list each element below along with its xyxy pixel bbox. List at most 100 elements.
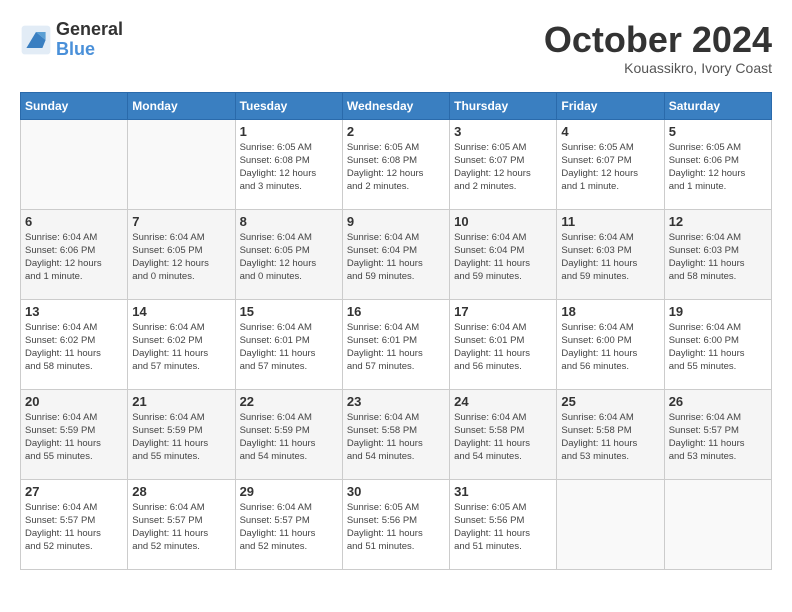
logo-general-text: General: [56, 20, 123, 40]
day-info: Sunrise: 6:05 AM Sunset: 6:08 PM Dayligh…: [240, 141, 338, 194]
day-info: Sunrise: 6:04 AM Sunset: 5:57 PM Dayligh…: [132, 501, 230, 554]
day-number: 5: [669, 124, 767, 139]
day-info: Sunrise: 6:04 AM Sunset: 5:59 PM Dayligh…: [132, 411, 230, 464]
calendar-cell: 30 Sunrise: 6:05 AM Sunset: 5:56 PM Dayli…: [342, 479, 449, 569]
calendar-cell: 3 Sunrise: 6:05 AM Sunset: 6:07 PM Daylig…: [450, 119, 557, 209]
calendar-cell: 27Sunrise: 6:04 AM Sunset: 5:57 PM Dayli…: [21, 479, 128, 569]
logo-blue-text: Blue: [56, 40, 123, 60]
calendar-cell: 2 Sunrise: 6:05 AM Sunset: 6:08 PM Daylig…: [342, 119, 449, 209]
header-tuesday: Tuesday: [235, 92, 342, 119]
day-info: Sunrise: 6:05 AM Sunset: 5:56 PM Dayligh…: [454, 501, 552, 554]
header-friday: Friday: [557, 92, 664, 119]
logo-icon: [20, 24, 52, 56]
day-number: 10: [454, 214, 552, 229]
day-number: 6: [25, 214, 123, 229]
calendar-cell: 22 Sunrise: 6:04 AM Sunset: 5:59 PM Dayli…: [235, 389, 342, 479]
calendar-cell: 20 Sunrise: 6:04 AM Sunset: 5:59 PM Dayli…: [21, 389, 128, 479]
calendar-cell: 28Sunrise: 6:04 AM Sunset: 5:57 PM Dayli…: [128, 479, 235, 569]
calendar-cell: 17Sunrise: 6:04 AM Sunset: 6:01 PM Dayli…: [450, 299, 557, 389]
day-number: 9: [347, 214, 445, 229]
day-info: Sunrise: 6:04 AM Sunset: 5:58 PM Dayligh…: [561, 411, 659, 464]
calendar-cell: 21 Sunrise: 6:04 AM Sunset: 5:59 PM Dayli…: [128, 389, 235, 479]
day-number: 8: [240, 214, 338, 229]
day-number: 11: [561, 214, 659, 229]
day-number: 2: [347, 124, 445, 139]
day-number: 17: [454, 304, 552, 319]
day-info: Sunrise: 6:04 AM Sunset: 5:59 PM Dayligh…: [240, 411, 338, 464]
logo: General Blue: [20, 20, 123, 60]
day-info: Sunrise: 6:04 AM Sunset: 6:00 PM Dayligh…: [561, 321, 659, 374]
day-info: Sunrise: 6:04 AM Sunset: 6:00 PM Dayligh…: [669, 321, 767, 374]
calendar-cell: 15 Sunrise: 6:04 AM Sunset: 6:01 PM Dayli…: [235, 299, 342, 389]
day-number: 24: [454, 394, 552, 409]
calendar-cell: 7 Sunrise: 6:04 AM Sunset: 6:05 PM Daylig…: [128, 209, 235, 299]
day-number: 30: [347, 484, 445, 499]
week-row-2: 13 Sunrise: 6:04 AM Sunset: 6:02 PM Dayli…: [21, 299, 772, 389]
day-info: Sunrise: 6:04 AM Sunset: 6:04 PM Dayligh…: [454, 231, 552, 284]
calendar-cell: 10 Sunrise: 6:04 AM Sunset: 6:04 PM Dayli…: [450, 209, 557, 299]
calendar-cell: 24Sunrise: 6:04 AM Sunset: 5:58 PM Dayli…: [450, 389, 557, 479]
calendar-cell: 25Sunrise: 6:04 AM Sunset: 5:58 PM Dayli…: [557, 389, 664, 479]
calendar-cell: 5 Sunrise: 6:05 AM Sunset: 6:06 PM Daylig…: [664, 119, 771, 209]
month-title: October 2024: [544, 20, 772, 60]
header-monday: Monday: [128, 92, 235, 119]
calendar-table: SundayMondayTuesdayWednesdayThursdayFrid…: [20, 92, 772, 570]
day-info: Sunrise: 6:05 AM Sunset: 6:07 PM Dayligh…: [561, 141, 659, 194]
day-number: 14: [132, 304, 230, 319]
day-info: Sunrise: 6:04 AM Sunset: 6:01 PM Dayligh…: [240, 321, 338, 374]
calendar-cell: 31 Sunrise: 6:05 AM Sunset: 5:56 PM Dayli…: [450, 479, 557, 569]
day-number: 21: [132, 394, 230, 409]
page-header: General Blue October 2024 Kouassikro, Iv…: [20, 20, 772, 76]
calendar-cell: 18Sunrise: 6:04 AM Sunset: 6:00 PM Dayli…: [557, 299, 664, 389]
day-info: Sunrise: 6:05 AM Sunset: 5:56 PM Dayligh…: [347, 501, 445, 554]
day-number: 15: [240, 304, 338, 319]
day-number: 7: [132, 214, 230, 229]
day-info: Sunrise: 6:04 AM Sunset: 5:59 PM Dayligh…: [25, 411, 123, 464]
header-sunday: Sunday: [21, 92, 128, 119]
week-row-3: 20 Sunrise: 6:04 AM Sunset: 5:59 PM Dayli…: [21, 389, 772, 479]
calendar-cell: 1Sunrise: 6:05 AM Sunset: 6:08 PM Daylig…: [235, 119, 342, 209]
day-info: Sunrise: 6:04 AM Sunset: 5:58 PM Dayligh…: [347, 411, 445, 464]
day-info: Sunrise: 6:04 AM Sunset: 6:02 PM Dayligh…: [25, 321, 123, 374]
calendar-cell: 13 Sunrise: 6:04 AM Sunset: 6:02 PM Dayli…: [21, 299, 128, 389]
day-info: Sunrise: 6:05 AM Sunset: 6:07 PM Dayligh…: [454, 141, 552, 194]
header-saturday: Saturday: [664, 92, 771, 119]
day-info: Sunrise: 6:04 AM Sunset: 6:01 PM Dayligh…: [347, 321, 445, 374]
day-number: 22: [240, 394, 338, 409]
calendar-cell: [664, 479, 771, 569]
calendar-cell: 23 Sunrise: 6:04 AM Sunset: 5:58 PM Dayli…: [342, 389, 449, 479]
day-info: Sunrise: 6:04 AM Sunset: 6:05 PM Dayligh…: [240, 231, 338, 284]
day-number: 29: [240, 484, 338, 499]
header-wednesday: Wednesday: [342, 92, 449, 119]
day-number: 12: [669, 214, 767, 229]
day-number: 13: [25, 304, 123, 319]
header-thursday: Thursday: [450, 92, 557, 119]
day-number: 20: [25, 394, 123, 409]
day-number: 26: [669, 394, 767, 409]
week-row-4: 27Sunrise: 6:04 AM Sunset: 5:57 PM Dayli…: [21, 479, 772, 569]
day-number: 16: [347, 304, 445, 319]
header-row: SundayMondayTuesdayWednesdayThursdayFrid…: [21, 92, 772, 119]
day-info: Sunrise: 6:04 AM Sunset: 5:57 PM Dayligh…: [669, 411, 767, 464]
calendar-cell: 9Sunrise: 6:04 AM Sunset: 6:04 PM Daylig…: [342, 209, 449, 299]
day-info: Sunrise: 6:04 AM Sunset: 5:57 PM Dayligh…: [25, 501, 123, 554]
week-row-1: 6 Sunrise: 6:04 AM Sunset: 6:06 PM Daylig…: [21, 209, 772, 299]
calendar-cell: 11Sunrise: 6:04 AM Sunset: 6:03 PM Dayli…: [557, 209, 664, 299]
calendar-cell: [557, 479, 664, 569]
day-info: Sunrise: 6:04 AM Sunset: 6:05 PM Dayligh…: [132, 231, 230, 284]
day-number: 4: [561, 124, 659, 139]
calendar-cell: 6 Sunrise: 6:04 AM Sunset: 6:06 PM Daylig…: [21, 209, 128, 299]
day-info: Sunrise: 6:05 AM Sunset: 6:06 PM Dayligh…: [669, 141, 767, 194]
day-number: 19: [669, 304, 767, 319]
title-section: October 2024 Kouassikro, Ivory Coast: [544, 20, 772, 76]
day-number: 31: [454, 484, 552, 499]
day-info: Sunrise: 6:05 AM Sunset: 6:08 PM Dayligh…: [347, 141, 445, 194]
day-info: Sunrise: 6:04 AM Sunset: 5:57 PM Dayligh…: [240, 501, 338, 554]
day-info: Sunrise: 6:04 AM Sunset: 6:06 PM Dayligh…: [25, 231, 123, 284]
day-info: Sunrise: 6:04 AM Sunset: 6:03 PM Dayligh…: [669, 231, 767, 284]
day-number: 23: [347, 394, 445, 409]
calendar-cell: 14Sunrise: 6:04 AM Sunset: 6:02 PM Dayli…: [128, 299, 235, 389]
day-number: 3: [454, 124, 552, 139]
calendar-cell: [128, 119, 235, 209]
week-row-0: 1Sunrise: 6:05 AM Sunset: 6:08 PM Daylig…: [21, 119, 772, 209]
